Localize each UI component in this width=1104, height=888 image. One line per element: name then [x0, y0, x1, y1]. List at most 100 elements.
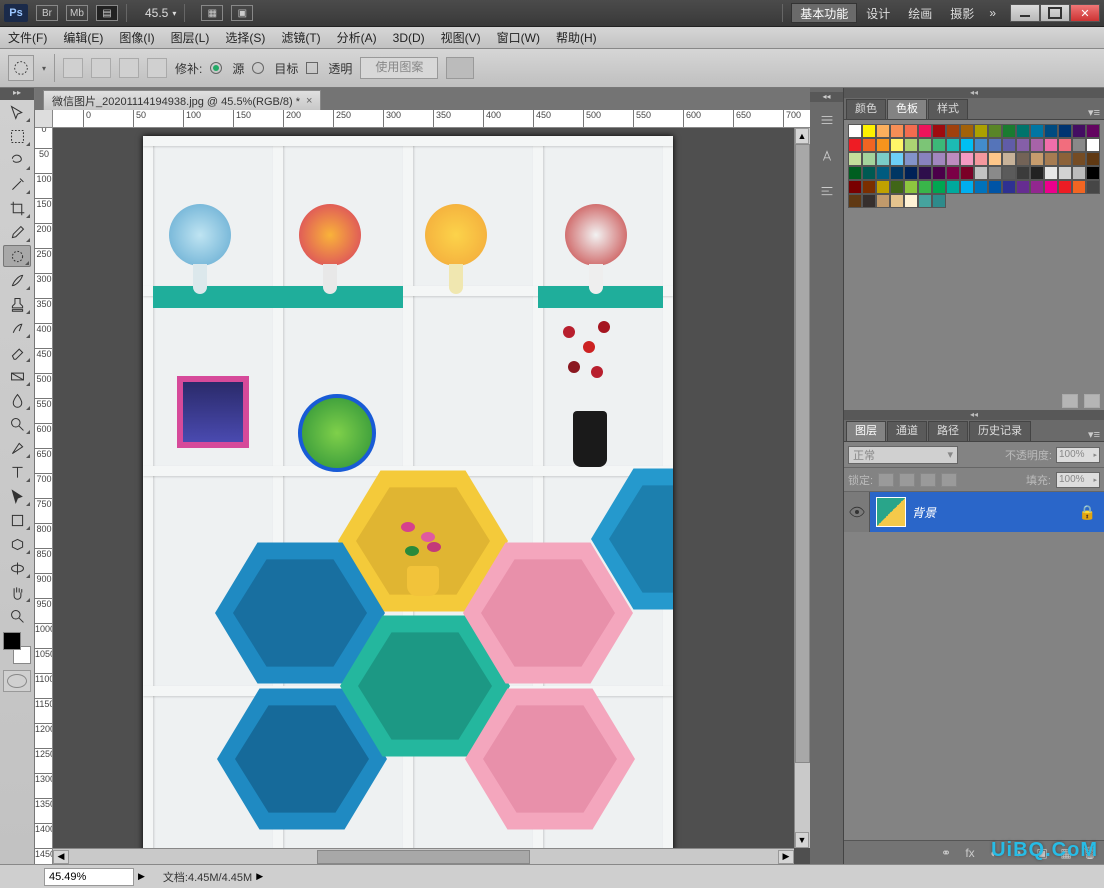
- workspace-more[interactable]: »: [983, 6, 1002, 20]
- swatch[interactable]: [1002, 124, 1016, 138]
- swatch[interactable]: [890, 152, 904, 166]
- swatch[interactable]: [1016, 138, 1030, 152]
- swatch[interactable]: [876, 124, 890, 138]
- swatch[interactable]: [932, 138, 946, 152]
- history-brush-tool[interactable]: [3, 317, 31, 339]
- menu-image[interactable]: 图像(I): [111, 29, 162, 46]
- layer-thumbnail[interactable]: [876, 497, 906, 527]
- swatch[interactable]: [918, 194, 932, 208]
- layer-mask-icon[interactable]: ◐: [984, 845, 1004, 861]
- window-maximize[interactable]: [1040, 4, 1070, 22]
- delete-swatch-icon[interactable]: [1084, 394, 1100, 408]
- swatch[interactable]: [960, 180, 974, 194]
- status-doc-arrow[interactable]: ▶: [256, 871, 263, 882]
- swatch[interactable]: [946, 152, 960, 166]
- swatch[interactable]: [1072, 152, 1086, 166]
- type-tool[interactable]: [3, 461, 31, 483]
- toolbox-collapse[interactable]: ▸▸: [0, 88, 34, 100]
- swatch[interactable]: [1058, 152, 1072, 166]
- swatch[interactable]: [862, 152, 876, 166]
- swatch[interactable]: [848, 180, 862, 194]
- swatch[interactable]: [1072, 138, 1086, 152]
- swatch[interactable]: [1030, 166, 1044, 180]
- scrollbar-thumb[interactable]: [795, 144, 810, 763]
- transparent-checkbox[interactable]: [306, 62, 318, 74]
- swatch[interactable]: [960, 138, 974, 152]
- patch-source-radio[interactable]: [210, 62, 222, 74]
- swatch[interactable]: [848, 194, 862, 208]
- swatch[interactable]: [862, 124, 876, 138]
- swatch[interactable]: [932, 124, 946, 138]
- swatch[interactable]: [1044, 124, 1058, 138]
- menu-3d[interactable]: 3D(D): [385, 31, 433, 45]
- arrange-docs-icon[interactable]: ▦: [201, 5, 223, 21]
- foreground-color[interactable]: [3, 632, 21, 650]
- swatch[interactable]: [876, 152, 890, 166]
- panel-menu-icon[interactable]: ▾≡: [1088, 106, 1100, 119]
- swatch[interactable]: [1086, 180, 1100, 194]
- menu-view[interactable]: 视图(V): [433, 29, 489, 46]
- brush-tool[interactable]: [3, 269, 31, 291]
- swatch[interactable]: [1044, 180, 1058, 194]
- eyedropper-tool[interactable]: [3, 221, 31, 243]
- tab-layers[interactable]: 图层: [846, 421, 886, 441]
- menu-window[interactable]: 窗口(W): [489, 29, 548, 46]
- new-selection-icon[interactable]: [63, 58, 83, 78]
- opacity-input[interactable]: 100%▸: [1056, 447, 1100, 463]
- hand-tool[interactable]: [3, 581, 31, 603]
- canvas[interactable]: [53, 128, 794, 848]
- wand-tool[interactable]: [3, 173, 31, 195]
- swatch[interactable]: [876, 166, 890, 180]
- document-tab[interactable]: 微信图片_20201114194938.jpg @ 45.5%(RGB/8) *…: [43, 90, 321, 110]
- delete-layer-icon[interactable]: 🗑: [1080, 845, 1100, 861]
- blend-mode-select[interactable]: 正常▾: [848, 446, 958, 464]
- swatch[interactable]: [1058, 124, 1072, 138]
- add-selection-icon[interactable]: [91, 58, 111, 78]
- swatch[interactable]: [974, 166, 988, 180]
- lock-transparency-icon[interactable]: [878, 473, 894, 487]
- swatch[interactable]: [1030, 138, 1044, 152]
- workspace-design[interactable]: 设计: [857, 3, 899, 23]
- marquee-tool[interactable]: [3, 125, 31, 147]
- minibridge-button[interactable]: Mb: [66, 5, 88, 21]
- swatch[interactable]: [918, 138, 932, 152]
- lock-pixels-icon[interactable]: [899, 473, 915, 487]
- swatch[interactable]: [988, 180, 1002, 194]
- layer-row[interactable]: 背景 🔒: [844, 492, 1104, 532]
- adjustment-layer-icon[interactable]: ◑: [1008, 845, 1028, 861]
- tab-styles[interactable]: 样式: [928, 99, 968, 119]
- swatch[interactable]: [890, 138, 904, 152]
- swatch[interactable]: [974, 152, 988, 166]
- lock-position-icon[interactable]: [920, 473, 936, 487]
- color-swatches[interactable]: [3, 632, 31, 664]
- workspace-paint[interactable]: 绘画: [899, 3, 941, 23]
- swatch[interactable]: [946, 180, 960, 194]
- swatch[interactable]: [1058, 166, 1072, 180]
- film-strip-icon[interactable]: ▤: [96, 5, 118, 21]
- lock-all-icon[interactable]: [941, 473, 957, 487]
- gradient-tool[interactable]: [3, 365, 31, 387]
- scrollbar-thumb[interactable]: [317, 850, 530, 864]
- tab-history[interactable]: 历史记录: [969, 421, 1031, 441]
- pattern-swatch[interactable]: [446, 57, 474, 79]
- pen-tool[interactable]: [3, 437, 31, 459]
- window-minimize[interactable]: [1010, 4, 1040, 22]
- swatch[interactable]: [946, 124, 960, 138]
- stamp-tool[interactable]: [3, 293, 31, 315]
- swatch[interactable]: [1058, 138, 1072, 152]
- layer-style-icon[interactable]: fx: [960, 845, 980, 861]
- swatch[interactable]: [1044, 152, 1058, 166]
- swatch[interactable]: [862, 180, 876, 194]
- swatch[interactable]: [1072, 124, 1086, 138]
- layers-collapse[interactable]: ◂◂: [844, 410, 1104, 420]
- link-layers-icon[interactable]: ⚭: [936, 845, 956, 861]
- panel-menu-icon[interactable]: ▾≡: [1088, 428, 1100, 441]
- new-swatch-icon[interactable]: [1062, 394, 1078, 408]
- menu-select[interactable]: 选择(S): [217, 29, 273, 46]
- zoom-tool[interactable]: [3, 605, 31, 627]
- swatch[interactable]: [932, 152, 946, 166]
- panels-collapse[interactable]: ◂◂: [844, 88, 1104, 98]
- swatch[interactable]: [946, 138, 960, 152]
- swatch[interactable]: [946, 166, 960, 180]
- swatch[interactable]: [1016, 152, 1030, 166]
